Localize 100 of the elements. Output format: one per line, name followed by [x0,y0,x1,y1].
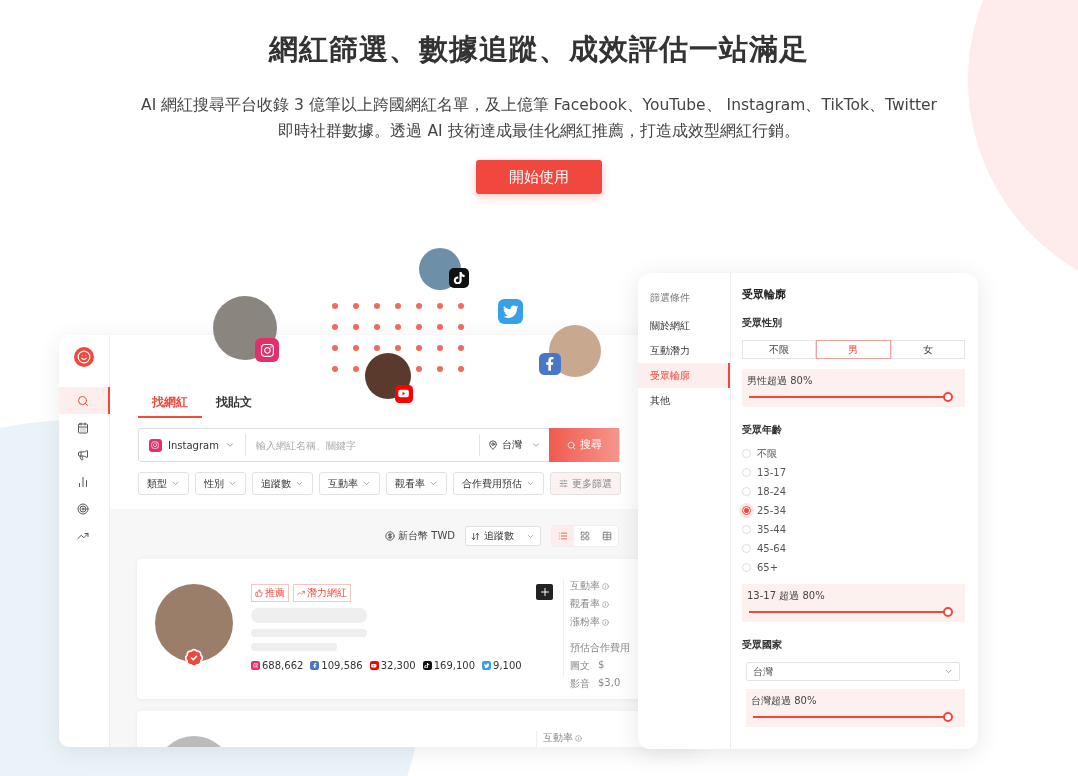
more-filters-button[interactable]: 更多篩選 [550,472,621,495]
metric-label: 互動率 [570,579,633,593]
panel-nav-heading: 篩選條件 [649,291,691,305]
price-label: 圖文 [570,659,590,673]
thumbs-up-icon [255,589,263,597]
target-icon [77,502,89,515]
slider-label: 男性超過 80% [747,374,814,388]
search-icon [77,394,89,407]
metric-label: 漲粉率 [570,615,633,629]
info-icon [602,600,609,608]
info-icon [602,582,609,590]
age-option[interactable]: 45-64 [742,542,965,555]
age-option[interactable]: 65+ [742,561,965,574]
tab[interactable]: 找網紅 [138,390,202,418]
age-option[interactable]: 13-17 [742,466,965,479]
calendar-icon [77,421,89,434]
search-icon [566,440,576,450]
panel-nav-item[interactable]: 其他 [638,388,730,413]
filter-dropdown[interactable]: 互動率 [319,472,380,495]
facebook-icon [539,353,561,375]
tab[interactable]: 找貼文 [202,390,266,418]
chevron-down-icon [171,479,180,488]
start-button[interactable]: 開始使用 [476,160,602,194]
filter-dropdown[interactable]: 追蹤數 [252,472,313,495]
age-option[interactable]: 25-34 [742,504,965,517]
music-note-icon [449,268,469,288]
gender-option[interactable]: 男 [816,340,891,359]
price-label: 影音 [570,677,590,691]
camera-icon [149,438,162,452]
chevron-down-icon [526,479,535,488]
info-icon [602,618,609,626]
sliders-icon [559,479,568,488]
panel-nav-item[interactable]: 互動潛力 [638,338,730,363]
price-value: $ [598,659,605,672]
smile-logo-icon [74,347,94,367]
bird-icon [498,299,523,324]
chevron-down-icon [944,667,953,676]
metric-label: 互動率 [543,731,606,745]
chevron-down-icon [429,479,438,488]
camera-icon [255,338,279,362]
radio-button[interactable] [742,506,751,515]
play-icon [369,661,379,670]
chevron-down-icon [228,479,237,488]
grid-icon [580,531,590,541]
age-option[interactable]: 35-44 [742,523,965,536]
list-icon [558,531,568,541]
filter-dropdown[interactable]: 類型 [138,472,189,495]
page-description: 即時社群數據。透過 AI 技術達成最佳化網紅推薦，打造成效型網紅行銷。 [278,121,800,142]
slider-label: 13-17 超過 80% [747,589,826,603]
gender-option[interactable]: 不限 [742,340,817,359]
page-title: 網紅篩選、數據追蹤、成效評估一站滿足 [269,31,809,68]
bird-icon [482,661,492,670]
chevron-down-icon [531,440,541,450]
filter-dropdown[interactable]: 合作費用預估 [453,472,544,495]
section-title: 受眾性別 [742,316,783,330]
age-option[interactable]: 18-24 [742,485,965,498]
list-view-button[interactable] [552,526,574,546]
slider-thumb[interactable] [942,607,953,617]
camera-icon [251,661,260,670]
slider-thumb[interactable] [942,712,953,722]
filter-dropdown[interactable]: 觀看率 [386,472,447,495]
currency-label: 新台幣 TWD [385,529,455,543]
follower-count: 32,300 [369,660,416,671]
metric-label: 觀看率 [570,597,633,611]
sort-icon [471,531,480,541]
section-title: 受眾國家 [742,638,783,652]
section-title: 受眾年齡 [742,423,783,437]
follower-count: 169,100 [422,660,476,671]
plus-icon [538,586,551,598]
page-description: AI 網紅搜尋平台收錄 3 億筆以上跨國網紅名單，及上億筆 Facebook、YouTube、 Instagram、TikTok、Twitter [141,95,937,116]
gender-option[interactable]: 女 [890,340,965,359]
follower-count: 109,586 [310,660,363,671]
sort-dropdown[interactable]: 追蹤數 [465,526,541,546]
follower-count: 9,100 [482,660,522,671]
info-icon [575,734,582,742]
age-option[interactable]: 不限 [742,447,965,460]
pricing-title: 預估合作費用 [570,641,631,655]
filter-dropdown[interactable]: 性別 [195,472,246,495]
facebook-icon [310,661,320,670]
slider-thumb[interactable] [942,392,953,402]
trend-up-icon [297,589,305,597]
verified-icon [184,648,204,668]
search-nav-button[interactable] [59,387,110,414]
table-icon [602,531,612,541]
platform-dropdown[interactable]: Instagram [139,434,246,456]
dollar-icon [385,531,396,541]
play-icon [395,385,413,403]
chevron-down-icon [362,479,371,488]
panel-title: 受眾輪廓 [742,287,787,302]
price-value: $3,0 [598,677,621,690]
tag: 推薦 [251,584,289,602]
add-button[interactable] [536,584,553,600]
panel-nav-item[interactable]: 關於網紅 [638,313,730,338]
follower-count: 688,662 [251,660,304,671]
tag: 潛力網紅 [293,584,351,602]
chevron-down-icon [224,440,235,450]
country-dropdown[interactable]: 台灣 [746,662,960,681]
chevron-down-icon [295,479,304,488]
bar-chart-icon [77,475,89,488]
map-pin-icon [488,440,498,450]
